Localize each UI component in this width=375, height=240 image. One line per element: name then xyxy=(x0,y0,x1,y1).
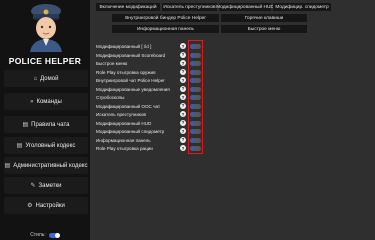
help-icon[interactable]: ? xyxy=(180,128,186,134)
sidebar-item-criminal-code[interactable]: ▤ Уголовный кодекс xyxy=(4,137,88,154)
help-icon[interactable]: ? xyxy=(180,60,186,66)
help-icon[interactable]: ? xyxy=(180,145,186,151)
sidebar-item-label: Домой xyxy=(40,75,59,82)
theme-label: Стиль: xyxy=(30,232,46,238)
sidebar: POLICE HELPER ⌂ Домой » Команды ▤ Правил… xyxy=(0,0,90,240)
help-icon[interactable]: ? xyxy=(180,94,186,100)
sidebar-item-label: Административный кодекс xyxy=(13,162,88,169)
book-icon: ▤ xyxy=(4,163,11,169)
help-icon[interactable]: ? xyxy=(180,102,186,109)
sidebar-item-label: Команды xyxy=(36,98,62,105)
sidebar-item-commands[interactable]: » Команды xyxy=(4,93,88,110)
help-icon[interactable]: ? xyxy=(180,51,186,58)
tab-quick-menu[interactable]: Быстрое меню xyxy=(221,25,307,33)
help-icon[interactable]: ? xyxy=(180,43,186,49)
help-icon[interactable]: ? xyxy=(180,119,186,126)
notes-icon: ✎ xyxy=(30,183,36,189)
toggle-column-highlight xyxy=(188,40,203,154)
theme-switch-row: Стиль: xyxy=(0,232,90,238)
help-icon[interactable]: ? xyxy=(180,77,186,83)
tab-hotkeys[interactable]: Горячие клавиши xyxy=(221,14,307,22)
sidebar-item-admin-code[interactable]: ▤ Административный кодекс xyxy=(4,157,88,174)
sidebar-item-chat-rules[interactable]: ▤ Правила чата xyxy=(4,116,88,133)
sidebar-item-label: Правила чата xyxy=(31,121,70,128)
tab-info-panel[interactable]: Информационная панель xyxy=(112,25,219,33)
home-icon: ⌂ xyxy=(33,75,38,82)
book-icon: ▤ xyxy=(22,122,29,128)
help-icon[interactable]: ? xyxy=(180,111,186,117)
tab-speedometer[interactable]: Модифицир. спидометр xyxy=(273,3,331,11)
tab-criminal-finder[interactable]: Искатель преступников xyxy=(162,3,217,11)
book-icon: ▤ xyxy=(16,143,23,149)
help-icon[interactable]: ? xyxy=(180,85,186,92)
sidebar-item-label: Заметки xyxy=(38,182,62,189)
tab-modified-hud[interactable]: Модифицированный HUD xyxy=(216,3,274,11)
sidebar-item-settings[interactable]: ⚙ Настройки xyxy=(4,197,88,214)
sidebar-item-label: Настройки xyxy=(35,202,65,209)
app-title: POLICE HELPER xyxy=(8,56,82,66)
tab-binder[interactable]: Внутриигровой биндер Police Helper xyxy=(112,14,219,22)
tab-enable-mods[interactable]: Включение модификаций xyxy=(96,3,160,11)
sidebar-item-notes[interactable]: ✎ Заметки xyxy=(4,177,88,194)
chevrons-icon: » xyxy=(30,98,34,105)
police-officer-avatar xyxy=(30,4,62,52)
gear-icon: ⚙ xyxy=(27,203,33,209)
sidebar-item-home[interactable]: ⌂ Домой xyxy=(4,70,88,87)
theme-toggle[interactable] xyxy=(48,232,60,238)
help-icon[interactable]: ? xyxy=(180,136,186,143)
help-icon[interactable]: ? xyxy=(180,68,186,75)
sidebar-item-label: Уголовный кодекс xyxy=(25,142,76,149)
